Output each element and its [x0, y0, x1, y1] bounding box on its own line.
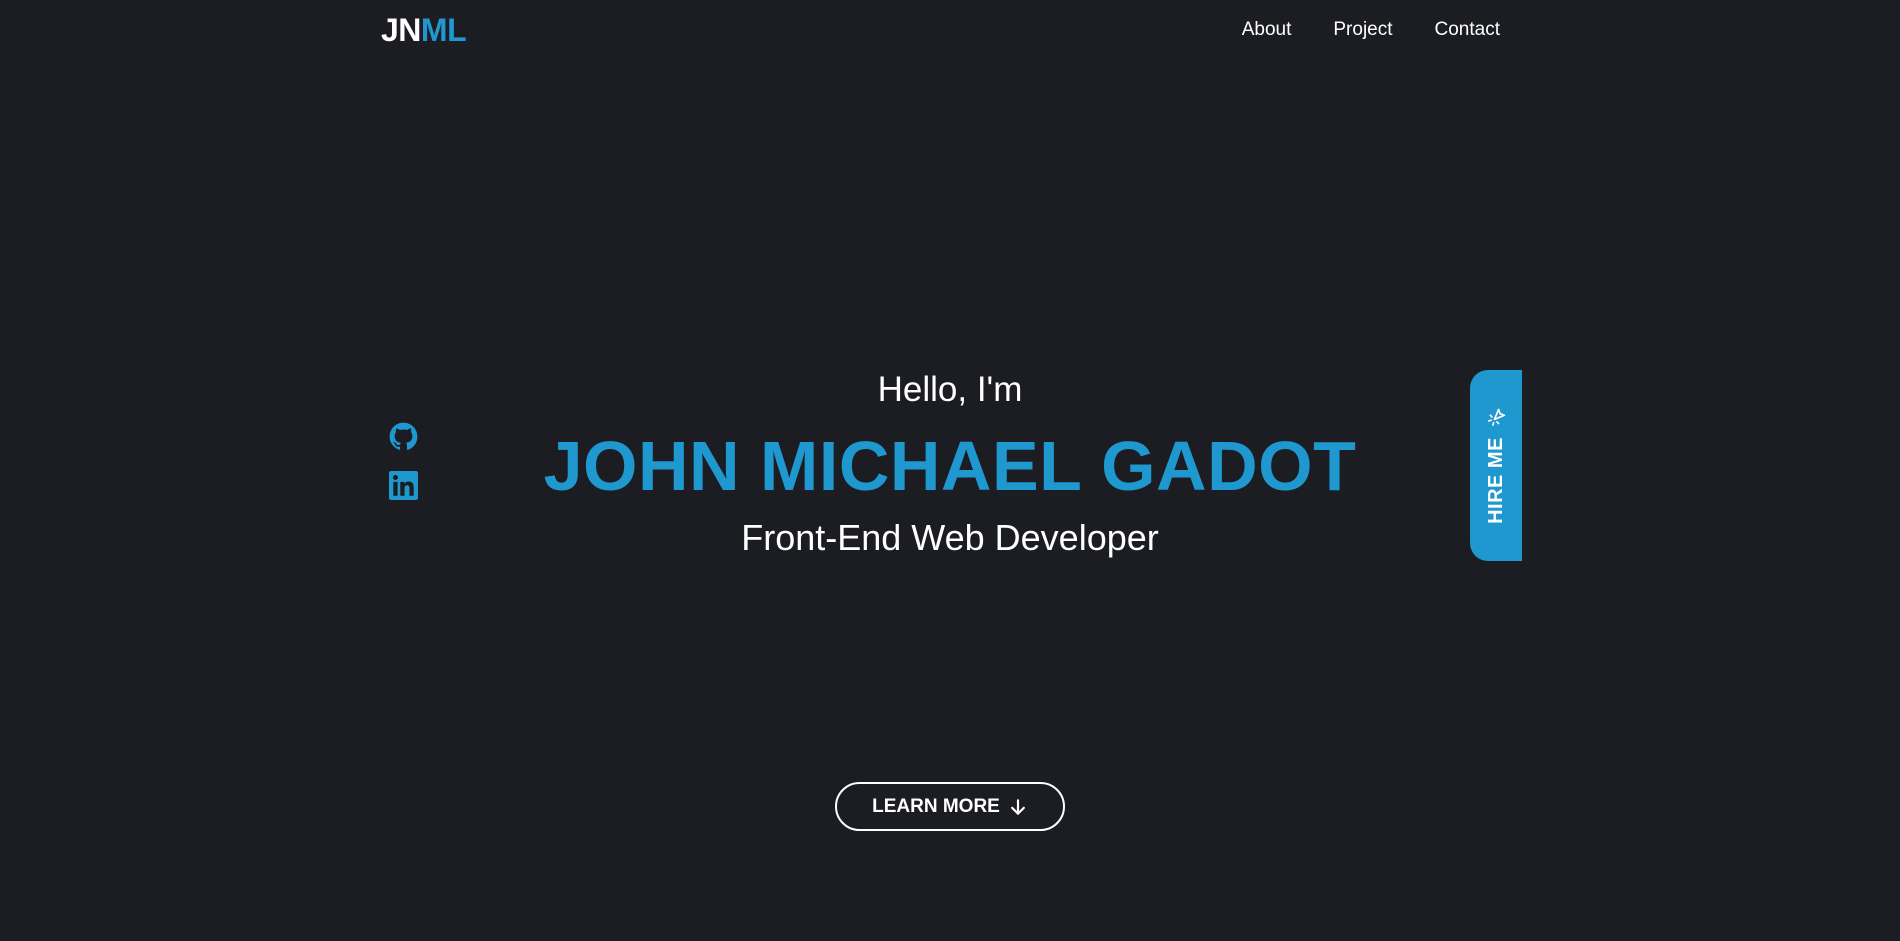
nav-link-project[interactable]: Project — [1333, 18, 1392, 42]
hire-me-label: HIRE ME — [1484, 437, 1507, 524]
main-nav: About Project Contact — [1242, 18, 1500, 42]
learn-more-label: LEARN MORE — [872, 795, 1000, 817]
nav-link-contact[interactable]: Contact — [1435, 18, 1500, 42]
hero-name: JOHN MICHAEL GADOT — [543, 427, 1357, 505]
hire-me-button[interactable]: HIRE ME — [1470, 370, 1522, 561]
hero-greeting: Hello, I'm — [877, 370, 1023, 409]
learn-more-button[interactable]: LEARN MORE — [835, 782, 1065, 831]
logo-part-1: JN — [381, 12, 421, 48]
cursor-click-icon — [1486, 407, 1506, 427]
nav-link-about[interactable]: About — [1242, 18, 1292, 42]
logo-part-2: ML — [420, 12, 467, 48]
logo[interactable]: JNML — [381, 10, 467, 50]
hero-role: Front-End Web Developer — [741, 517, 1159, 558]
arrow-down-icon — [1008, 797, 1028, 817]
